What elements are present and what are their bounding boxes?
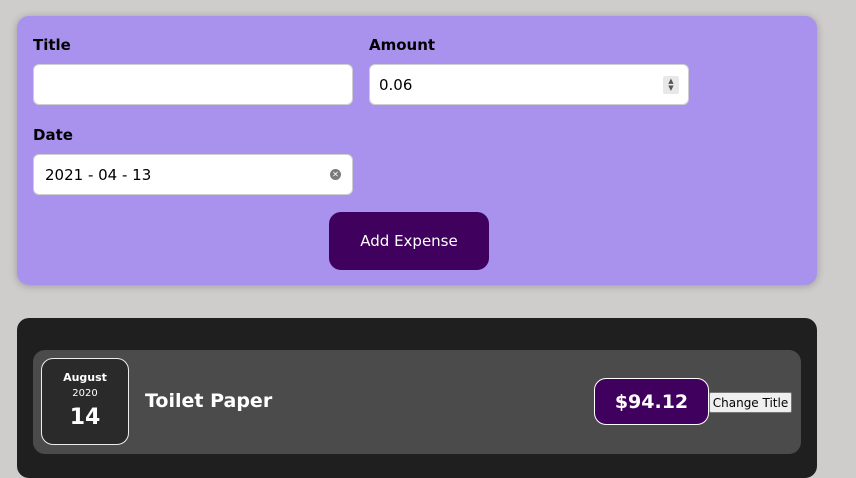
date-label: Date xyxy=(33,126,73,144)
expense-date: August 2020 14 xyxy=(41,358,129,445)
expense-date-day: 14 xyxy=(69,405,101,430)
expense-date-month: August xyxy=(63,371,107,384)
date-input[interactable]: 2021 - 04 - 13 ✕ xyxy=(33,154,353,195)
date-value: 2021 - 04 - 13 xyxy=(45,165,152,184)
expense-item: August 2020 14 Toilet Paper $94.12 Chang… xyxy=(33,350,801,454)
add-expense-button[interactable]: Add Expense xyxy=(329,212,489,270)
amount-input[interactable]: 0.06 ▲ ▼ xyxy=(369,64,689,105)
number-spinner[interactable]: ▲ ▼ xyxy=(663,76,679,94)
title-input[interactable] xyxy=(33,64,353,105)
amount-label: Amount xyxy=(369,36,436,54)
amount-value: 0.06 xyxy=(379,75,413,94)
change-title-button[interactable]: Change Title xyxy=(709,392,792,413)
title-label: Title xyxy=(33,36,71,54)
chevron-down-icon: ▼ xyxy=(668,84,674,92)
expense-title: Toilet Paper xyxy=(145,390,273,412)
expense-price: $94.12 xyxy=(594,378,709,425)
expenses-list: August 2020 14 Toilet Paper $94.12 Chang… xyxy=(17,318,817,478)
expense-date-year: 2020 xyxy=(72,388,98,399)
clear-icon[interactable]: ✕ xyxy=(330,169,341,180)
new-expense-form: Title Amount 0.06 ▲ ▼ Date 2021 - 04 - 1… xyxy=(17,16,817,285)
